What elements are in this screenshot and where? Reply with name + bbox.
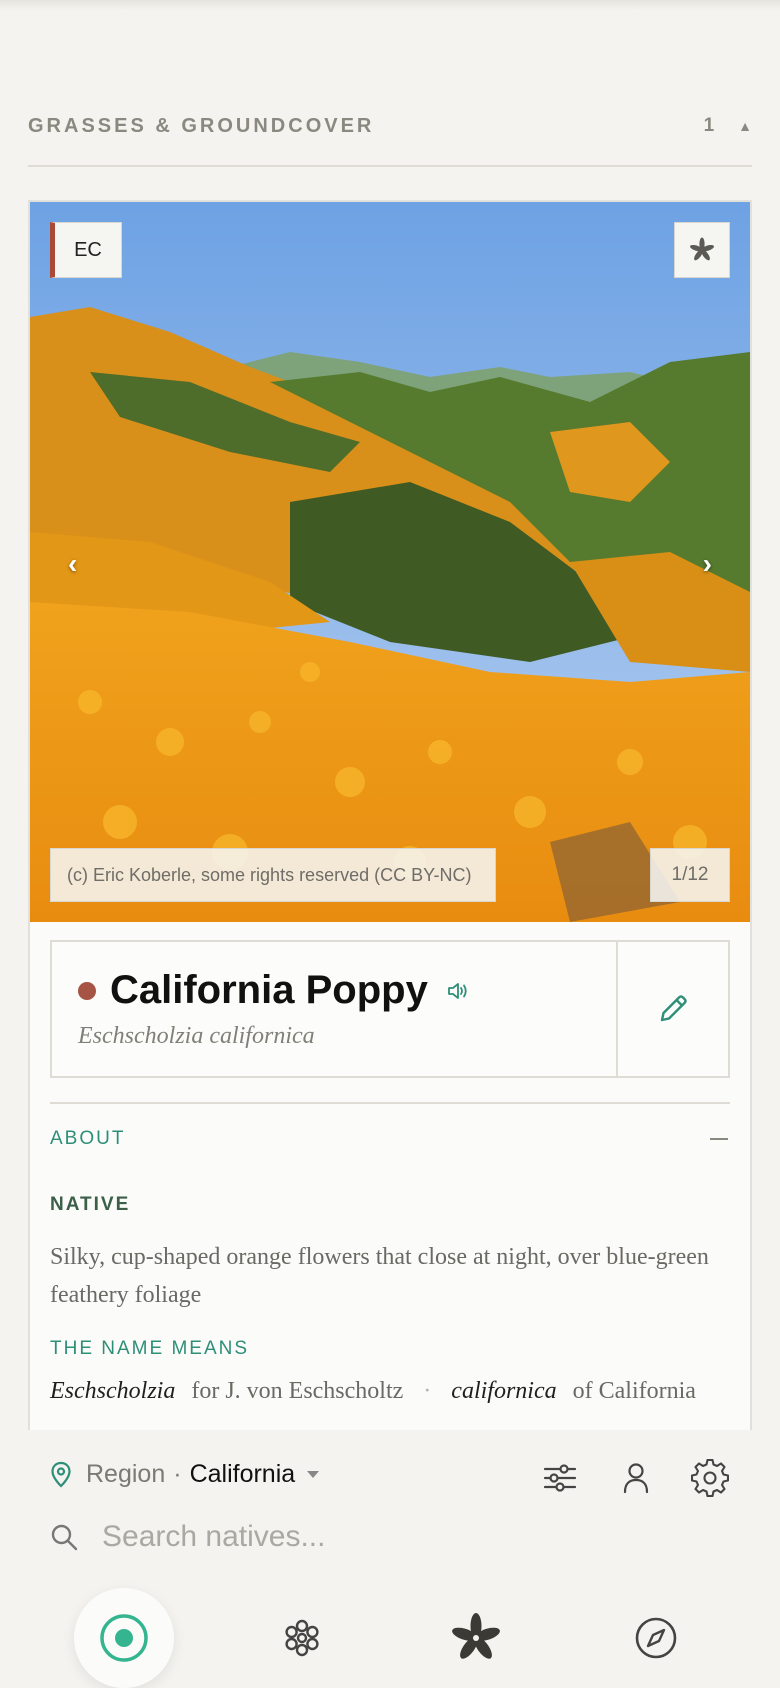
section-header[interactable]: GRASSES & GROUNDCOVER 1 ▲ (28, 112, 752, 140)
etymology-term: californica (451, 1378, 557, 1404)
plant-title-box: California Poppy Eschscholzia californic… (50, 940, 730, 1078)
region-label: Region (86, 1460, 166, 1488)
chevron-right-icon[interactable]: › (703, 548, 712, 580)
flower-icon (690, 237, 714, 261)
native-label: NATIVE (50, 1194, 131, 1215)
profile-button[interactable] (616, 1458, 656, 1498)
landscape-image (30, 202, 750, 922)
common-name: California Poppy (110, 968, 428, 1012)
bottom-tab-bar (0, 1588, 780, 1688)
tab-garden[interactable] (426, 1588, 526, 1688)
target-icon (100, 1614, 148, 1662)
region-selector[interactable]: Region · California (50, 1460, 320, 1489)
etymology: Eschscholzia for J. von Eschscholtz · ca… (50, 1378, 740, 1405)
search-input[interactable] (102, 1520, 702, 1554)
flower-outline-icon (285, 1619, 319, 1657)
search-bar[interactable] (50, 1520, 702, 1554)
plant-photo[interactable]: EC ‹ › (c) Eric Koberle, some rights res… (30, 202, 750, 922)
settings-button[interactable] (690, 1458, 730, 1498)
chevron-left-icon[interactable]: ‹ (68, 548, 77, 580)
edit-button[interactable] (618, 942, 728, 1076)
filters-button[interactable] (540, 1458, 580, 1498)
sliders-icon (543, 1464, 577, 1492)
tab-explore[interactable] (606, 1588, 706, 1688)
flower-filled-icon (452, 1613, 500, 1659)
compass-icon (635, 1617, 677, 1659)
name-means-label: THE NAME MEANS (50, 1338, 250, 1359)
observer-badge[interactable]: EC (50, 222, 122, 278)
search-icon (51, 1524, 78, 1551)
bottom-panel: Region · California (0, 1430, 780, 1688)
section-meta: 1 ▲ (704, 115, 752, 137)
etymology-term: Eschscholzia (50, 1378, 176, 1404)
tab-nearby[interactable] (74, 1588, 174, 1688)
user-icon (623, 1463, 649, 1494)
collapse-icon[interactable] (710, 1138, 728, 1140)
scientific-name: Eschscholzia californica (78, 1023, 315, 1049)
about-header[interactable]: ABOUT (50, 1128, 730, 1150)
section-divider (28, 165, 752, 167)
speaker-icon[interactable] (446, 981, 470, 1001)
chevron-down-icon (307, 1471, 320, 1478)
status-dot (78, 981, 96, 1000)
about-label: ABOUT (50, 1128, 126, 1149)
location-pin-icon (51, 1461, 71, 1488)
section-title: GRASSES & GROUNDCOVER (28, 114, 375, 137)
pencil-icon (660, 995, 687, 1022)
about-divider (50, 1102, 730, 1104)
plant-name-block: California Poppy Eschscholzia californic… (52, 942, 618, 1076)
plant-card: EC ‹ › (c) Eric Koberle, some rights res… (28, 200, 752, 1440)
caret-up-icon[interactable]: ▲ (738, 118, 752, 134)
section-count: 1 (703, 115, 715, 136)
gear-icon (691, 1459, 729, 1497)
region-value: California (189, 1460, 296, 1488)
plant-description: Silky, cup-shaped orange flowers that cl… (50, 1244, 709, 1308)
photo-counter: 1/12 (650, 848, 730, 902)
flower-filter-button[interactable] (674, 222, 730, 278)
etymology-separator: · (423, 1378, 432, 1404)
etymology-meaning: of California (572, 1378, 696, 1404)
etymology-meaning: for J. von Eschscholtz (191, 1378, 404, 1404)
region-separator: · (173, 1460, 182, 1488)
common-name-row: California Poppy (78, 968, 616, 1013)
tab-plants[interactable] (252, 1588, 352, 1688)
photo-credit: (c) Eric Koberle, some rights reserved (… (50, 848, 496, 902)
top-shadow (0, 0, 780, 10)
